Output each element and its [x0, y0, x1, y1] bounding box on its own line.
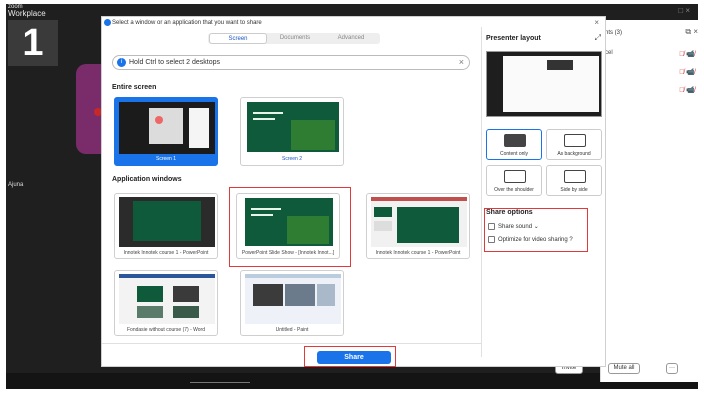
- thumbnail-frame: Untitled - Paint: [240, 270, 344, 336]
- search-input[interactable]: i Hold Ctrl to select 2 desktops ×: [112, 55, 470, 70]
- app-window-thumbnail[interactable]: Innotek Innotek course 1 - PowerPoint: [366, 193, 470, 259]
- expand-icon[interactable]: ⤢: [595, 33, 601, 43]
- clear-search-icon[interactable]: ×: [459, 56, 464, 69]
- app-preview: [119, 197, 215, 247]
- window-controls[interactable]: □ ×: [678, 6, 690, 15]
- mic-muted-icon[interactable]: 🎙̸ 📹̸: [679, 50, 695, 58]
- screen-1-label: Screen 1: [155, 156, 176, 162]
- highlight-box: [484, 208, 588, 252]
- side-by-side-icon: [564, 170, 586, 183]
- thumbnail-frame: Innotek Innotek course 1 - PowerPoint: [366, 193, 470, 259]
- app-title-line2: Workplace: [8, 9, 46, 18]
- app-window-label: Innotek Innotek course 1 - PowerPoint: [375, 250, 461, 256]
- participant-row[interactable]: cel 🎙̸ 📹̸: [605, 50, 699, 58]
- as-background-icon: [564, 134, 586, 147]
- participants-title: nts (3): [605, 30, 623, 36]
- zoom-logo-icon: [104, 19, 111, 26]
- layout-as-background[interactable]: As background: [546, 129, 602, 160]
- app-preview: [371, 197, 467, 247]
- participant-name-tag: Ajuna: [8, 182, 24, 188]
- mic-muted-icon[interactable]: 🎙̸ 📹̸: [679, 68, 695, 76]
- doc-image: [137, 286, 163, 302]
- dialog-title: Select a window or an application that y…: [112, 20, 262, 26]
- thumbnail-frame: Screen 2: [240, 97, 344, 166]
- layout-side-by-side[interactable]: Side by side: [546, 165, 602, 196]
- over-shoulder-icon: [504, 170, 526, 183]
- preview-panel: [189, 108, 209, 148]
- layout-option-label: Side by side: [560, 187, 588, 193]
- slide-image: [291, 120, 335, 150]
- share-tabs: Screen Documents Advanced: [208, 33, 380, 44]
- doc-image: [173, 286, 199, 302]
- share-screen-dialog: Select a window or an application that y…: [101, 16, 606, 367]
- app-window-thumbnail[interactable]: Innotek Innotek course 1 - PowerPoint: [114, 193, 218, 259]
- slide-text: [253, 118, 275, 120]
- thumbnail-frame: Screen 1: [114, 97, 218, 166]
- screen-2-thumbnail[interactable]: Screen 2: [240, 97, 344, 166]
- application-windows-heading: Application windows: [112, 176, 182, 183]
- more-button[interactable]: ···: [666, 363, 678, 374]
- screen-1-thumbnail[interactable]: Screen 1: [114, 97, 218, 166]
- app-window-label: Untitled - Paint: [275, 327, 309, 333]
- slide-preview: [133, 201, 201, 241]
- app-window-thumbnail[interactable]: Untitled - Paint: [240, 270, 344, 336]
- highlight-box: [229, 187, 351, 267]
- participants-panel: nts (3) ⧉ × cel 🎙̸ 📹̸ 🎙̸ 📹̸ 🎙̸ 📹̸: [600, 20, 704, 382]
- thumbnail-frame: Innotek Innotek course 1 - PowerPoint: [114, 193, 218, 259]
- app-preview: [119, 274, 215, 324]
- tab-documents[interactable]: Documents: [266, 33, 324, 44]
- app-window-thumbnail[interactable]: Fondasie without course (7) - Word: [114, 270, 218, 336]
- screen-2-label: Screen 2: [281, 156, 302, 162]
- info-icon: i: [117, 58, 126, 67]
- slide-thumb: [374, 221, 392, 231]
- layout-option-label: Over the shoulder: [494, 187, 534, 193]
- entire-screen-heading: Entire screen: [112, 84, 157, 91]
- app-window-label: Innotek Innotek course 1 - PowerPoint: [123, 250, 209, 256]
- zoom-app-title: zoom Workplace: [8, 4, 46, 18]
- doc-image: [137, 306, 163, 318]
- layout-over-shoulder[interactable]: Over the shoulder: [486, 165, 542, 196]
- layout-content-only[interactable]: Content only: [486, 129, 542, 160]
- mute-all-button[interactable]: Mute all: [608, 363, 640, 374]
- paint-image: [253, 284, 283, 306]
- preview-dot: [155, 116, 163, 124]
- app-window-label: Fondasie without course (7) - Word: [127, 327, 205, 333]
- slide-preview: [397, 207, 459, 243]
- content-only-icon: [504, 134, 526, 147]
- layout-option-label: Content only: [499, 151, 529, 157]
- paint-image: [317, 284, 335, 306]
- slide-preview: [247, 102, 339, 152]
- meeting-toolbar: [6, 373, 698, 389]
- layout-preview: [486, 51, 602, 117]
- paint-image: [285, 284, 315, 306]
- preview-window: [149, 108, 183, 144]
- panel-header-icons[interactable]: ⧉ ×: [685, 27, 698, 37]
- close-icon[interactable]: ×: [594, 18, 599, 27]
- toolbar-divider: [190, 382, 250, 383]
- highlight-box: [304, 346, 396, 367]
- footer-divider: [102, 343, 481, 344]
- tab-advanced[interactable]: Advanced: [322, 33, 380, 44]
- presenter-layout-panel: Presenter layout ⤢ Content only As backg…: [481, 27, 607, 357]
- presenter-layout-title: Presenter layout: [486, 35, 541, 42]
- slide-text: [253, 112, 283, 114]
- mic-muted-icon[interactable]: 🎙̸ 📹̸: [679, 86, 695, 94]
- doc-image: [173, 306, 199, 318]
- search-text: Hold Ctrl to select 2 desktops: [129, 59, 221, 66]
- preview-video: [547, 60, 573, 70]
- video-tile-number: 1: [8, 20, 58, 66]
- app-preview: [245, 274, 341, 324]
- screen-preview: [119, 102, 215, 154]
- slide-thumb: [374, 207, 392, 217]
- thumbnail-frame: Fondasie without course (7) - Word: [114, 270, 218, 336]
- layout-option-label: As background: [557, 151, 591, 157]
- tab-screen[interactable]: Screen: [209, 33, 267, 44]
